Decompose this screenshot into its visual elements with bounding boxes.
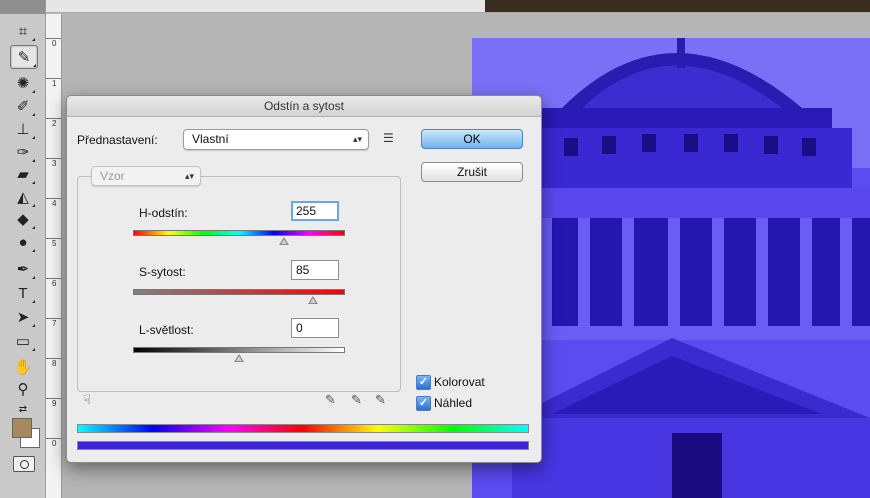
zoom-tool-icon[interactable]: ⚲ — [10, 378, 36, 400]
options-bar — [45, 0, 870, 13]
eyedropper-tool-icon[interactable]: ✎ — [10, 45, 38, 69]
cancel-button[interactable]: Zrušit — [421, 162, 523, 182]
eyedropper-plus-icon[interactable]: ✎ — [351, 392, 362, 408]
lightness-slider-track[interactable] — [133, 347, 345, 353]
preview-label: Náhled — [434, 396, 473, 410]
hue-saturation-dialog: Odstín a sytost Přednastavení: Vlastní ▴… — [66, 95, 542, 463]
targeted-adjustment-icon[interactable]: ☟ — [83, 392, 91, 408]
ruler-tick: 9 — [46, 398, 61, 408]
vertical-ruler: 0 1 2 3 4 5 6 7 8 9 0 — [46, 14, 62, 498]
preset-select[interactable]: Vlastní ▴▾ — [183, 129, 369, 150]
saturation-label: S-sytost: — [139, 265, 186, 279]
select-arrows-icon: ▴▾ — [352, 134, 362, 144]
type-tool-icon[interactable]: T — [10, 282, 36, 304]
swap-colors-icon[interactable]: ⇄ — [10, 398, 36, 420]
path-selection-tool-icon[interactable]: ➤ — [10, 306, 36, 328]
saturation-slider-thumb[interactable] — [308, 296, 319, 304]
eraser-tool-icon[interactable]: ▰ — [10, 163, 36, 185]
channel-select[interactable]: Vzor ▴▾ — [91, 166, 201, 186]
pen-tool-icon[interactable]: ✒ — [10, 258, 36, 280]
saturation-input[interactable]: 85 — [291, 260, 339, 280]
blur-tool-icon[interactable]: ◆ — [10, 208, 36, 230]
ok-button[interactable]: OK — [421, 129, 523, 149]
ruler-tick: 1 — [46, 78, 61, 88]
quick-mask-icon[interactable] — [13, 456, 35, 472]
brush-tool-icon[interactable]: ✐ — [10, 95, 36, 117]
tools-panel-header — [0, 0, 45, 14]
preset-select-value: Vlastní — [192, 132, 229, 146]
lightness-label: L-světlost: — [139, 323, 194, 337]
foreground-color-swatch[interactable] — [12, 418, 32, 438]
ruler-tick: 8 — [46, 358, 61, 368]
source-color-bar — [77, 424, 529, 433]
hue-input[interactable]: 255 — [291, 201, 339, 221]
lightness-slider-thumb[interactable] — [234, 354, 244, 362]
dialog-title: Odstín a sytost — [67, 96, 541, 117]
colorize-checkbox[interactable]: ✓ — [416, 375, 431, 390]
eyedropper-icon[interactable]: ✎ — [325, 392, 336, 408]
ruler-tick: 0 — [46, 438, 61, 448]
hand-tool-icon[interactable]: ✋ — [10, 356, 36, 378]
ruler-tick: 3 — [46, 158, 61, 168]
colorize-label: Kolorovat — [434, 375, 485, 389]
ruler-tick: 0 — [46, 38, 61, 48]
crop-tool-icon[interactable]: ⌗ — [10, 20, 36, 42]
paint-bucket-tool-icon[interactable]: ◭ — [10, 186, 36, 208]
ruler-tick: 7 — [46, 318, 61, 328]
tools-panel: ⌗ ✎ ✺ ✐ ⊥ ✑ ▰ ◭ ◆ ● ✒ T ➤ ▭ ✋ ⚲ ⇄ — [0, 0, 46, 498]
channel-select-value: Vzor — [100, 169, 125, 183]
ruler-tick: 6 — [46, 278, 61, 288]
select-arrows-icon: ▴▾ — [184, 171, 194, 181]
preview-checkbox[interactable]: ✓ — [416, 396, 431, 411]
rectangle-tool-icon[interactable]: ▭ — [10, 330, 36, 352]
spot-healing-tool-icon[interactable]: ✺ — [10, 72, 36, 94]
dodge-tool-icon[interactable]: ● — [10, 231, 36, 253]
saturation-slider-track[interactable] — [133, 289, 345, 295]
hue-label: H-odstín: — [139, 206, 188, 220]
result-color-bar — [77, 441, 529, 450]
ruler-tick: 5 — [46, 238, 61, 248]
hue-slider-track[interactable] — [133, 230, 345, 236]
preset-label: Přednastavení: — [77, 133, 158, 147]
preset-options-icon[interactable]: ☰ — [383, 131, 394, 145]
document-tab-strip — [485, 0, 870, 12]
hue-slider-thumb[interactable] — [278, 237, 289, 245]
history-brush-tool-icon[interactable]: ✑ — [10, 141, 36, 163]
ruler-tick: 2 — [46, 118, 61, 128]
clone-stamp-tool-icon[interactable]: ⊥ — [10, 118, 36, 140]
eyedropper-minus-icon[interactable]: ✎ — [375, 392, 386, 408]
lightness-input[interactable]: 0 — [291, 318, 339, 338]
ruler-tick: 4 — [46, 198, 61, 208]
